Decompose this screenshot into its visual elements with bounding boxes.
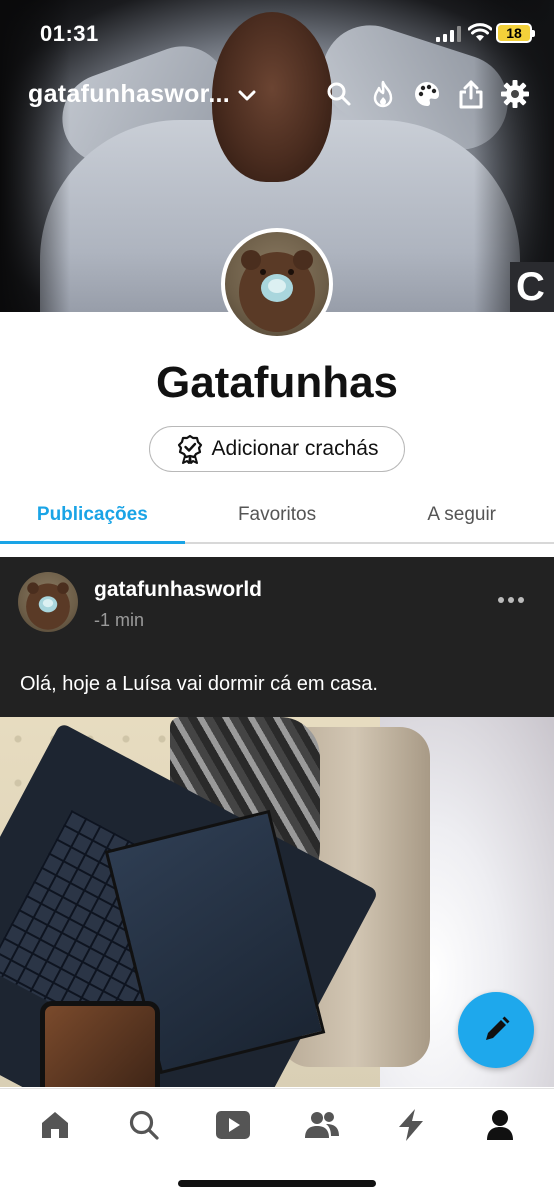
nav-video[interactable] [208, 1103, 258, 1147]
share-button[interactable] [456, 78, 486, 110]
profile-avatar[interactable] [221, 228, 333, 340]
signal-icon [436, 26, 461, 42]
video-icon [215, 1111, 250, 1139]
compose-button[interactable] [458, 992, 534, 1068]
nav-activity[interactable] [386, 1103, 436, 1147]
gear-icon [501, 80, 529, 108]
activity-button[interactable] [368, 78, 398, 110]
people-icon [304, 1112, 339, 1138]
flame-icon [373, 80, 393, 108]
post-text: Olá, hoje a Luísa vai dormir cá em casa. [20, 673, 378, 695]
tab-likes[interactable]: Favoritos [185, 488, 370, 542]
nav-home[interactable] [30, 1103, 80, 1147]
post-timestamp: -1 min [94, 610, 145, 630]
photo-phone [40, 1001, 160, 1087]
account-icon [486, 1110, 513, 1140]
search-icon [129, 1110, 159, 1140]
theme-button[interactable] [412, 78, 442, 110]
header-actions [324, 78, 530, 110]
post-avatar[interactable] [18, 572, 78, 632]
palette-icon [415, 82, 440, 106]
tab-posts[interactable]: Publicações [0, 488, 185, 544]
avatar-image [26, 582, 70, 630]
avatar-image [239, 250, 315, 332]
status-time: 01:31 [40, 21, 99, 46]
blog-name: gatafunhaswor... [28, 80, 231, 108]
status-bar: 01:31 18 [0, 0, 554, 66]
more-dot-icon [508, 597, 514, 603]
nav-communities[interactable] [297, 1103, 347, 1147]
tab-following[interactable]: A seguir [369, 488, 554, 542]
search-icon [327, 82, 351, 106]
more-dot-icon [518, 597, 524, 603]
chevron-down-icon [238, 90, 256, 100]
profile-tabs: Publicações Favoritos A seguir [0, 488, 554, 544]
post-username[interactable]: gatafunhasworld [94, 578, 262, 602]
add-badges-button[interactable]: Adicionar crachás [149, 426, 405, 472]
nav-account[interactable] [475, 1103, 525, 1147]
add-badges-label: Adicionar crachás [211, 437, 379, 460]
home-icon [41, 1112, 68, 1138]
search-button[interactable] [324, 78, 354, 110]
profile-name: Gatafunhas [155, 358, 399, 407]
settings-button[interactable] [500, 78, 530, 110]
post-options-button[interactable] [498, 597, 524, 603]
more-dot-icon [498, 597, 504, 603]
banner-sign: C [510, 262, 554, 312]
share-icon [459, 80, 483, 109]
pencil-icon [486, 1016, 510, 1040]
battery-indicator: 18 [496, 23, 535, 43]
lightning-icon [398, 1109, 423, 1141]
badge-icon [177, 434, 202, 464]
wifi-icon [468, 23, 492, 41]
nav-search[interactable] [119, 1103, 169, 1147]
blog-switcher[interactable]: gatafunhaswor... [28, 80, 258, 109]
home-indicator [178, 1180, 376, 1187]
